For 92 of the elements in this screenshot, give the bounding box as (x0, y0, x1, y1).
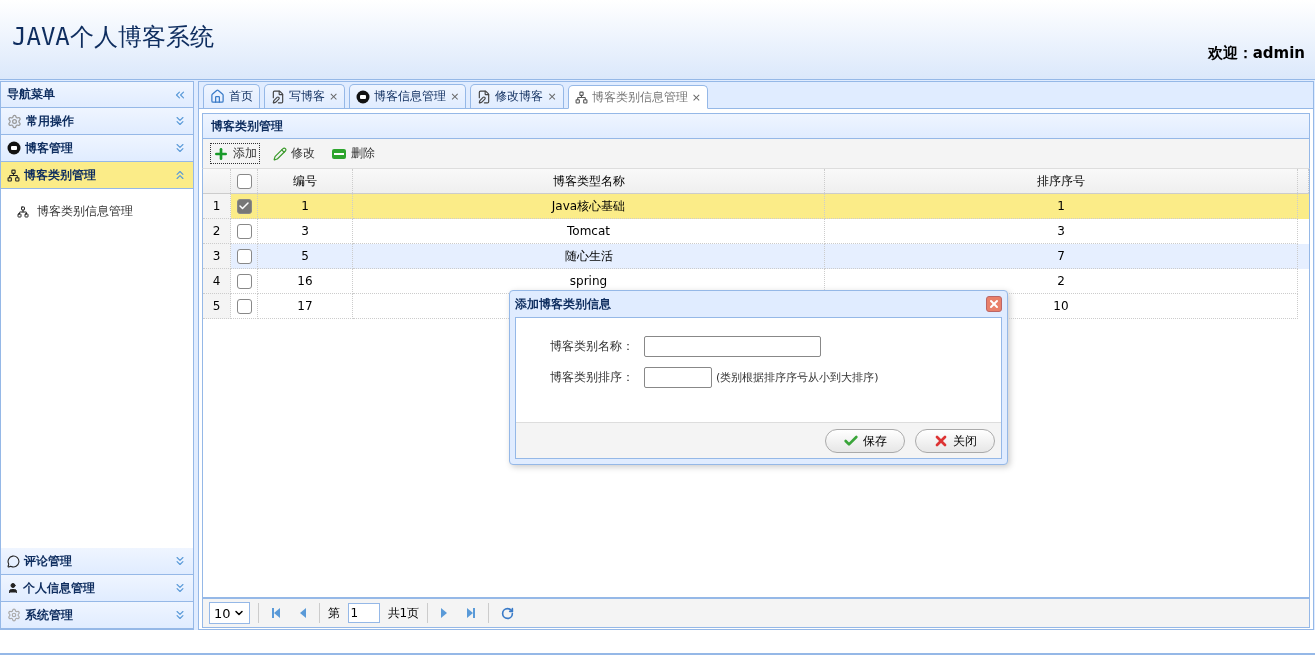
add-icon (213, 145, 229, 162)
page-label: 第 (327, 604, 340, 622)
circle-icon (7, 141, 21, 155)
field-label: 博客类别名称： (550, 338, 634, 355)
first-icon (270, 607, 281, 619)
person-icon (7, 582, 19, 594)
save-button[interactable]: 保存 (825, 429, 905, 453)
row-number: 2 (203, 219, 231, 244)
table-cell: Java核心基础 (551, 197, 626, 215)
nav-title: 导航菜单 (7, 86, 55, 103)
page-size-select[interactable]: 10 (209, 602, 250, 624)
checkmark-icon (843, 433, 859, 449)
table-row[interactable]: 3 5 随心生活 7 (203, 244, 1309, 269)
toolbar-button[interactable]: 修改 (271, 144, 317, 163)
tab[interactable]: 首页 (203, 84, 260, 108)
table-cell: 7 (1057, 249, 1065, 263)
settings-icon (7, 608, 21, 622)
gear-icon (7, 113, 22, 129)
table-cell: 16 (297, 274, 313, 288)
column-header[interactable]: 博客类型名称 (552, 172, 625, 190)
tab[interactable]: 写博客 × (264, 84, 346, 108)
checkbox[interactable] (236, 298, 252, 314)
table-cell: 2 (1057, 274, 1065, 288)
close-button[interactable]: 关闭 (915, 429, 995, 453)
row-number: 5 (203, 294, 231, 319)
row-number: 1 (203, 194, 231, 219)
table-cell: 1 (1057, 199, 1065, 213)
circle-icon (356, 89, 371, 104)
tree-icon (17, 205, 29, 218)
toolbar-button[interactable]: 删除 (329, 144, 377, 163)
close-icon (933, 433, 949, 449)
nav-item[interactable]: 博客类别信息管理 (17, 203, 177, 220)
panel-title: 博客类别管理 (202, 113, 1310, 139)
close-icon (988, 298, 1000, 310)
pencil-icon (273, 146, 287, 161)
tab[interactable]: 修改博客 × (470, 84, 564, 108)
field-hint: (类别根据排序序号从小到大排序) (716, 370, 879, 385)
close-button[interactable] (986, 296, 1002, 312)
checkbox[interactable] (236, 198, 252, 214)
edit-document-icon (271, 89, 285, 104)
edit-document-icon (477, 89, 492, 104)
nav-section-header[interactable]: 博客类别管理 (1, 162, 193, 189)
expand-icon (173, 581, 187, 595)
nav-section-header[interactable]: 评论管理 (1, 548, 193, 575)
field-label: 博客类别排序： (550, 369, 634, 386)
checkbox[interactable] (236, 223, 252, 239)
speech-bubble-icon (7, 554, 20, 568)
collapse-icon (173, 168, 187, 182)
welcome-text: 欢迎：admin (1207, 44, 1305, 63)
app-title: JAVA个人博客系统 (12, 21, 214, 53)
table-cell: 1 (301, 199, 309, 213)
table-cell: 3 (1057, 224, 1065, 238)
checkbox[interactable] (236, 248, 252, 264)
tab-close-button[interactable]: × (450, 90, 460, 103)
last-icon (466, 607, 477, 619)
table-cell: 17 (297, 299, 313, 313)
checkbox[interactable] (236, 173, 252, 189)
table-cell: 5 (301, 249, 309, 263)
home-icon (210, 89, 225, 104)
toolbar-button[interactable]: 添加 (211, 144, 259, 163)
row-number: 3 (203, 244, 231, 269)
table-cell: spring (569, 274, 608, 288)
page-input[interactable]: 1 (347, 603, 380, 623)
page-total: 共1页 (387, 604, 420, 622)
tab[interactable]: 博客信息管理 × (349, 84, 467, 108)
tree-icon (574, 90, 588, 104)
column-header[interactable]: 编号 (293, 172, 317, 190)
expand-icon (173, 141, 187, 155)
expand-icon (173, 554, 187, 568)
expand-icon (173, 114, 187, 128)
input-field[interactable] (644, 367, 712, 388)
nav-section-header[interactable]: 常用操作 (1, 108, 193, 135)
row-number: 4 (203, 269, 231, 294)
tab-close-button[interactable]: × (547, 90, 557, 103)
tab[interactable]: 博客类别信息管理 × (567, 85, 708, 109)
nav-section-header[interactable]: 博客管理 (1, 135, 193, 162)
column-header[interactable]: 排序序号 (1037, 172, 1085, 190)
dialog-title: 添加博客类别信息 (515, 295, 611, 313)
table-cell: 随心生活 (564, 247, 613, 265)
table-cell: 10 (1053, 299, 1069, 313)
expand-icon (173, 608, 187, 622)
checkbox[interactable] (236, 273, 252, 289)
tab-close-button[interactable]: × (691, 90, 701, 104)
nav-section-header[interactable]: 个人信息管理 (1, 575, 193, 602)
table-cell: Tomcat (567, 224, 610, 238)
minus-icon (331, 147, 347, 160)
input-field[interactable] (644, 336, 821, 357)
table-cell: 3 (301, 224, 309, 238)
tree-icon (7, 168, 20, 182)
table-row[interactable]: 1 1 Java核心基础 1 (203, 194, 1309, 219)
tab-close-button[interactable]: × (329, 90, 339, 103)
nav-section-header[interactable]: 系统管理 (1, 602, 193, 629)
